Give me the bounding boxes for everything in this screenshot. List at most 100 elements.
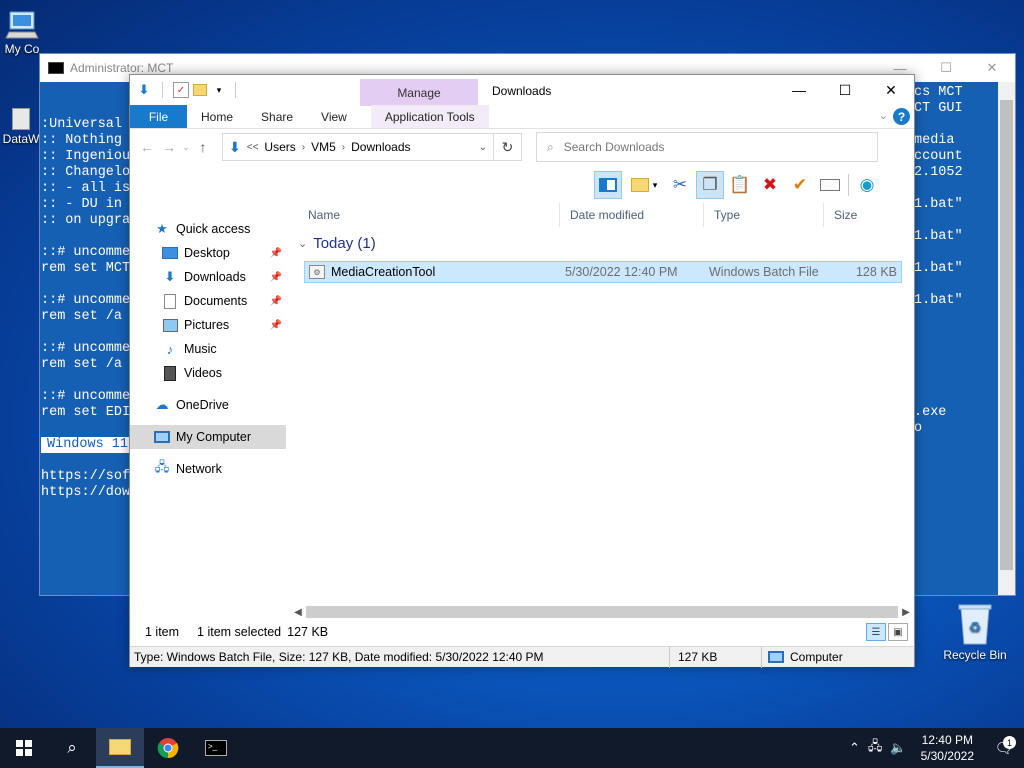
arrow-down-icon[interactable]: ⬇ — [136, 82, 152, 98]
volume-icon[interactable]: 🔈 — [886, 740, 910, 756]
chevron-up-icon[interactable]: ⌃ — [845, 740, 864, 756]
close-icon[interactable]: ✕ — [868, 75, 914, 105]
close-icon[interactable]: ✕ — [969, 54, 1015, 82]
console-line: ccount — [914, 149, 963, 164]
column-date-modified[interactable]: Date modified — [560, 203, 704, 227]
cmd-scrollbar[interactable] — [998, 82, 1015, 595]
network-icon[interactable]: 🖧 — [864, 737, 887, 759]
notification-button[interactable]: 🗨 1 — [984, 736, 1024, 757]
column-type[interactable]: Type — [704, 203, 824, 227]
window-title: Downloads — [492, 84, 552, 98]
new-folder-icon[interactable] — [193, 84, 207, 96]
nav-onedrive[interactable]: ☁ OneDrive — [130, 393, 286, 417]
details-view-icon[interactable]: ☰ — [866, 623, 886, 641]
group-header-today[interactable]: ⌄ Today (1) — [298, 235, 376, 252]
large-icons-view-icon[interactable]: ▣ — [888, 623, 908, 641]
explorer-window[interactable]: ⬇ ✓ ▾ Manage Downloads — ☐ ✕ File Home S… — [129, 74, 915, 668]
maximize-icon[interactable]: ☐ — [822, 75, 868, 105]
console-line: o — [914, 421, 923, 436]
forward-arrow-icon[interactable]: → — [158, 139, 180, 155]
chevron-down-icon[interactable]: ⌄ — [298, 237, 307, 250]
paste-icon[interactable]: 📋 — [726, 171, 754, 199]
explorer-titlebar[interactable]: ⬇ ✓ ▾ Manage Downloads — ☐ ✕ — [130, 75, 914, 106]
nav-quick-access[interactable]: ★ Quick access — [130, 217, 286, 241]
breadcrumb-downloads[interactable]: Downloads — [351, 140, 410, 154]
breadcrumb-users[interactable]: Users — [264, 140, 295, 154]
scroll-right-icon[interactable]: ▶ — [898, 607, 914, 618]
cut-icon[interactable]: ✂ — [666, 171, 694, 199]
minimize-icon[interactable]: — — [776, 75, 822, 105]
tab-manage[interactable]: Manage — [360, 79, 478, 106]
chevron-down-icon[interactable]: ⌄ — [479, 142, 487, 153]
star-icon: ★ — [156, 221, 168, 236]
pin-icon[interactable]: 📌 — [270, 248, 282, 259]
nav-music[interactable]: ♪ Music — [130, 337, 286, 361]
address-overflow[interactable]: << — [247, 142, 259, 153]
column-size[interactable]: Size — [824, 203, 900, 227]
preview-pane-icon[interactable] — [594, 171, 622, 199]
desktop-icon-dataw[interactable]: DataW — [2, 108, 40, 146]
desktop-icon-label: My Co — [4, 42, 40, 56]
table-row[interactable]: ⚙ MediaCreationTool 5/30/2022 12:40 PM W… — [304, 261, 902, 283]
help-icon[interactable]: ? — [893, 108, 910, 125]
pin-icon[interactable]: 📌 — [270, 320, 282, 331]
nav-pictures[interactable]: Pictures 📌 — [130, 313, 286, 337]
scroll-left-icon[interactable]: ◀ — [290, 607, 306, 618]
back-arrow-icon[interactable]: ← — [136, 139, 158, 155]
qat-dropdown-icon[interactable]: ▾ — [211, 82, 227, 98]
clock[interactable]: 12:40 PM 5/30/2022 — [911, 732, 984, 764]
taskbar-chrome[interactable] — [144, 728, 192, 768]
videos-icon — [162, 365, 178, 381]
search-input[interactable]: ⌕ Search Downloads — [536, 132, 878, 162]
refresh-icon[interactable]: ↻ — [494, 133, 522, 161]
tab-view[interactable]: View — [307, 105, 361, 128]
tab-file[interactable]: File — [130, 105, 187, 128]
console-line: media — [914, 133, 955, 148]
nav-my-computer[interactable]: My Computer — [130, 425, 286, 449]
notification-count: 1 — [1003, 736, 1016, 749]
chevron-right-icon[interactable]: › — [342, 142, 345, 153]
rename-icon[interactable] — [816, 171, 844, 199]
nav-network[interactable]: 🖧 Network — [130, 457, 286, 481]
copy-icon[interactable]: ❐ — [696, 171, 724, 199]
pin-icon[interactable]: 📌 — [270, 272, 282, 283]
pin-icon[interactable]: 📌 — [270, 296, 282, 307]
chevron-down-icon[interactable]: ⌄ — [879, 109, 888, 122]
search-button[interactable]: ⌕ — [48, 728, 96, 768]
desktop-icon-recycle-bin[interactable]: ♻ Recycle Bin — [940, 602, 1010, 662]
console-line: cs MCT — [914, 85, 963, 100]
properties-icon[interactable]: ✓ — [173, 82, 189, 98]
horizontal-scrollbar[interactable]: ◀ ▶ — [290, 603, 914, 621]
desktop-icon-my-computer[interactable]: My Co — [0, 10, 44, 56]
taskbar-cmd[interactable]: >_ — [192, 728, 240, 768]
nav-label: Network — [176, 462, 222, 476]
recent-dropdown-icon[interactable]: ⌄ — [180, 142, 192, 153]
scroll-thumb[interactable] — [306, 606, 898, 618]
maximize-icon[interactable]: ☐ — [923, 54, 969, 82]
nav-documents[interactable]: Documents 📌 — [130, 289, 286, 313]
taskbar-file-explorer[interactable] — [96, 728, 144, 768]
delete-icon[interactable]: ✖ — [756, 171, 784, 199]
breadcrumb-vm5[interactable]: VM5 — [311, 140, 336, 154]
folder-view-icon[interactable]: ▾ — [624, 171, 664, 199]
tab-home[interactable]: Home — [187, 105, 247, 128]
checkmark-icon[interactable]: ✔ — [786, 171, 814, 199]
up-arrow-icon[interactable]: ↑ — [192, 139, 214, 155]
nav-desktop[interactable]: Desktop 📌 — [130, 241, 286, 265]
chevron-right-icon[interactable]: › — [302, 142, 305, 153]
globe-icon[interactable]: ◉ — [853, 171, 881, 199]
tab-application-tools[interactable]: Application Tools — [370, 105, 489, 128]
column-headers: Name Date modified Type Size — [298, 203, 902, 227]
console-line: 1.bat" — [914, 261, 963, 276]
tab-share[interactable]: Share — [247, 105, 307, 128]
address-bar[interactable]: ⬇ << Users › VM5 › Downloads ⌄ — [222, 133, 494, 161]
nav-label: My Computer — [176, 430, 252, 444]
column-name[interactable]: Name — [298, 203, 560, 227]
start-button[interactable] — [0, 728, 48, 768]
nav-videos[interactable]: Videos — [130, 361, 286, 385]
nav-downloads[interactable]: ⬇ Downloads 📌 — [130, 265, 286, 289]
